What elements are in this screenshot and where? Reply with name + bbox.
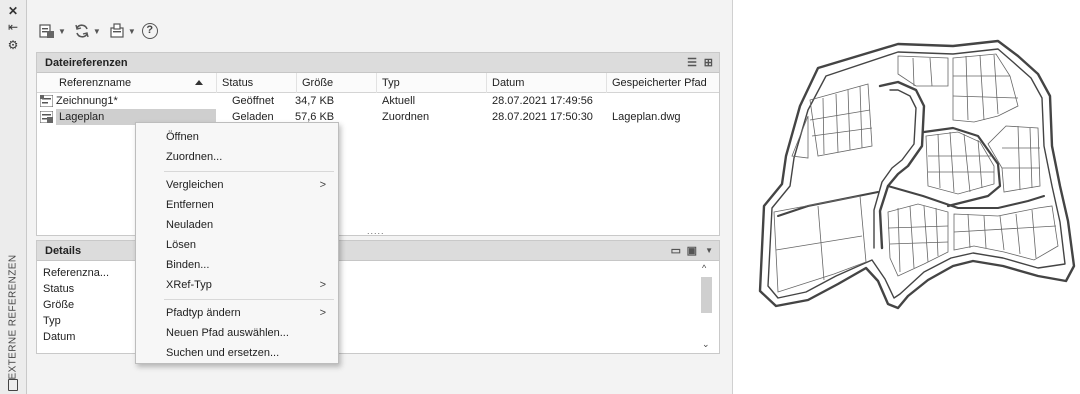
refresh-button[interactable]: ▼ <box>72 21 103 41</box>
palette-title-vertical: EXTERNE REFERENZEN <box>7 254 19 380</box>
scroll-thumb[interactable] <box>701 277 712 313</box>
submenu-arrow-icon: > <box>319 307 326 319</box>
palette-side-strip: ✕ ⇤ ⚙ EXTERNE REFERENZEN <box>0 0 27 394</box>
menu-item-change-path-type[interactable]: Pfadtyp ändern > <box>136 303 338 323</box>
refresh-icon <box>75 24 89 38</box>
help-icon[interactable]: ? <box>141 23 158 39</box>
column-header-saved-path[interactable]: Gespeicherter Pfad <box>607 73 721 93</box>
context-menu: Öffnen Zuordnen... Vergleichen > Entferne… <box>135 122 339 364</box>
external-references-palette: ▼ ▼ ▼ ? Dateireferenzen ☰ ⊞ Referenzname… <box>27 0 733 394</box>
column-header-size[interactable]: Größe <box>297 73 377 93</box>
menu-separator <box>164 299 334 300</box>
column-header-status[interactable]: Status <box>217 73 297 93</box>
row-type: Zuordnen <box>382 111 430 123</box>
panel-splitter[interactable]: ..... <box>367 226 385 236</box>
details-title: Details <box>45 244 82 257</box>
menu-item-reload[interactable]: Neuladen <box>136 215 338 235</box>
file-references-title: Dateireferenzen <box>45 56 128 69</box>
list-view-icon[interactable]: ☰ <box>687 56 697 69</box>
detail-label-type: Typ <box>43 315 61 327</box>
sort-ascending-icon <box>195 80 203 85</box>
details-scrollbar[interactable]: ^ ⌄ <box>700 263 713 351</box>
detail-label-date: Datum <box>43 331 76 343</box>
chevron-down-icon[interactable]: ▼ <box>705 246 713 255</box>
menu-item-xref-type[interactable]: XRef-Typ > <box>136 275 338 295</box>
change-path-icon <box>110 23 124 38</box>
chevron-down-icon[interactable]: ▼ <box>93 27 101 36</box>
row-name: Zeichnung1* <box>56 95 118 107</box>
menu-item-find-and-replace[interactable]: Suchen und ersetzen... <box>136 343 338 363</box>
autohide-icon[interactable]: ⇤ <box>6 20 20 34</box>
detail-label-size: Größe <box>43 299 75 311</box>
tree-view-icon[interactable]: ⊞ <box>704 56 713 69</box>
attach-button[interactable]: ▼ <box>37 21 68 41</box>
column-header-date[interactable]: Datum <box>487 73 607 93</box>
chevron-down-icon[interactable]: ▼ <box>58 27 66 36</box>
row-size: 34,7 KB <box>295 95 335 107</box>
details-labels: Referenzna... Status Größe Typ Datum <box>43 265 109 345</box>
menu-item-compare[interactable]: Vergleichen > <box>136 175 338 195</box>
column-headers: Referenzname Status Größe Typ Datum Gesp… <box>37 73 719 93</box>
submenu-arrow-icon: > <box>319 179 326 191</box>
row-status: Geöffnet <box>232 95 274 107</box>
menu-item-open[interactable]: Öffnen <box>136 127 338 147</box>
detail-label-status: Status <box>43 283 75 295</box>
table-row[interactable]: Zeichnung1* Geöffnet 34,7 KB Aktuell 28.… <box>37 93 719 109</box>
change-path-button[interactable]: ▼ <box>107 21 138 41</box>
chevron-down-icon[interactable]: ▼ <box>128 27 136 36</box>
column-header-type[interactable]: Typ <box>377 73 487 93</box>
file-references-header: Dateireferenzen ☰ ⊞ <box>37 53 719 73</box>
menu-separator <box>164 171 334 172</box>
menu-item-attach[interactable]: Zuordnen... <box>136 147 338 167</box>
menu-item-select-new-path[interactable]: Neuen Pfad auswählen... <box>136 323 338 343</box>
menu-item-detach[interactable]: Lösen <box>136 235 338 255</box>
properties-icon[interactable]: ⚙ <box>6 38 20 52</box>
menu-item-bind[interactable]: Binden... <box>136 255 338 275</box>
palette-icon[interactable] <box>8 379 18 391</box>
close-icon[interactable]: ✕ <box>6 4 20 18</box>
menu-item-remove[interactable]: Entfernen <box>136 195 338 215</box>
xref-file-icon <box>40 111 53 123</box>
detail-label-reference-name: Referenzna... <box>43 267 110 279</box>
scroll-down-icon[interactable]: ⌄ <box>702 339 710 350</box>
column-header-name[interactable]: Referenzname <box>37 73 217 93</box>
toolbar: ▼ ▼ ▼ ? <box>37 20 158 42</box>
preview-view-icon[interactable]: ▣ <box>687 244 697 257</box>
row-type: Aktuell <box>382 95 416 107</box>
attach-dwg-icon <box>39 24 54 38</box>
scroll-up-icon[interactable]: ^ <box>702 263 706 273</box>
row-date: 28.07.2021 17:50:30 <box>492 111 593 123</box>
row-path: Lageplan.dwg <box>612 111 681 123</box>
row-date: 28.07.2021 17:49:56 <box>492 95 593 107</box>
site-plan-drawing <box>758 39 1076 310</box>
submenu-arrow-icon: > <box>319 279 326 291</box>
drawing-file-icon <box>40 95 53 107</box>
details-view-icon[interactable]: ▭ <box>671 244 681 257</box>
